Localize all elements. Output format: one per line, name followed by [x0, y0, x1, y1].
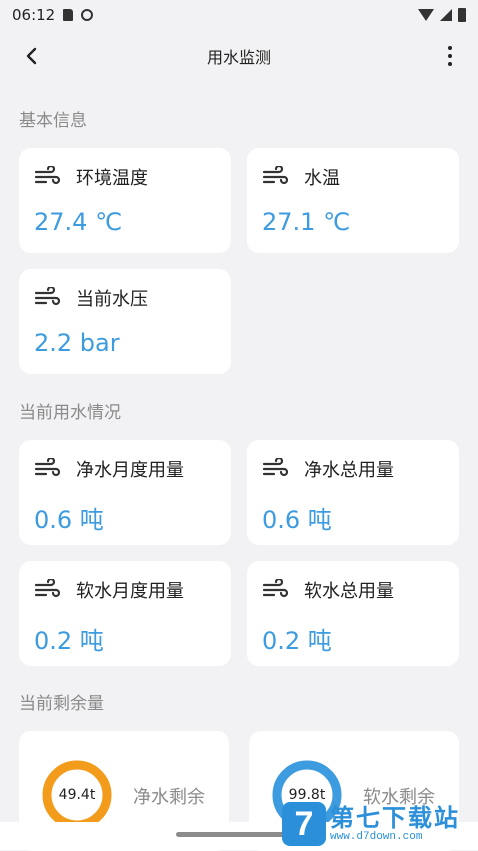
card-purified-total[interactable]: 净水总用量 0.6 吨	[247, 440, 459, 545]
status-time: 06:12	[12, 6, 56, 24]
wind-icon	[34, 579, 61, 598]
card-label: 净水总用量	[304, 460, 394, 481]
card-value: 0.2 吨	[262, 627, 332, 655]
card-label: 软水总用量	[304, 581, 394, 602]
status-bar: 06:12	[0, 0, 478, 30]
section-title-basic: 基本信息	[19, 111, 87, 131]
wind-icon	[34, 287, 61, 306]
page-title: 用水监测	[206, 48, 271, 67]
wind-icon	[34, 458, 61, 477]
sd-card-icon	[63, 9, 74, 21]
card-ambient-temperature[interactable]: 环境温度 27.4 ℃	[19, 148, 231, 253]
card-purified-monthly[interactable]: 净水月度用量 0.6 吨	[19, 440, 231, 545]
signal-icon	[440, 9, 452, 21]
remaining-ring: 49.4t	[41, 759, 113, 831]
face-icon	[81, 9, 94, 21]
back-icon[interactable]	[22, 46, 42, 66]
wifi-icon	[418, 9, 434, 21]
card-value: 27.4 ℃	[34, 208, 123, 236]
watermark-logo: 7	[282, 802, 326, 846]
battery-icon	[458, 8, 466, 22]
section-title-usage: 当前用水情况	[19, 403, 121, 423]
section-title-remaining: 当前剩余量	[19, 694, 104, 714]
card-softened-monthly[interactable]: 软水月度用量 0.2 吨	[19, 561, 231, 666]
card-value: 0.6 吨	[262, 506, 332, 534]
card-softened-total[interactable]: 软水总用量 0.2 吨	[247, 561, 459, 666]
remaining-value: 49.4t	[58, 787, 96, 803]
card-value: 0.6 吨	[34, 506, 104, 534]
card-label: 水温	[304, 168, 340, 189]
card-label: 净水月度用量	[76, 460, 184, 481]
card-label: 环境温度	[76, 168, 148, 189]
watermark-title: 第七下载站	[330, 803, 460, 832]
card-label: 软水月度用量	[76, 581, 184, 602]
wind-icon	[262, 458, 289, 477]
card-value: 0.2 吨	[34, 627, 104, 655]
watermark-url: www.d7down.com	[330, 830, 423, 843]
wind-icon	[34, 166, 61, 185]
card-water-temperature[interactable]: 水温 27.1 ℃	[247, 148, 459, 253]
more-icon[interactable]	[440, 44, 460, 68]
wind-icon	[262, 579, 289, 598]
card-label: 当前水压	[76, 289, 148, 310]
card-value: 27.1 ℃	[262, 208, 351, 236]
card-value: 2.2 bar	[34, 329, 120, 357]
wind-icon	[262, 166, 289, 185]
remaining-label: 净水剩余	[133, 787, 205, 808]
card-water-pressure[interactable]: 当前水压 2.2 bar	[19, 269, 231, 374]
app-bar: 用水监测	[0, 36, 478, 76]
watermark: 7 第七下载站 www.d7down.com	[282, 800, 460, 848]
